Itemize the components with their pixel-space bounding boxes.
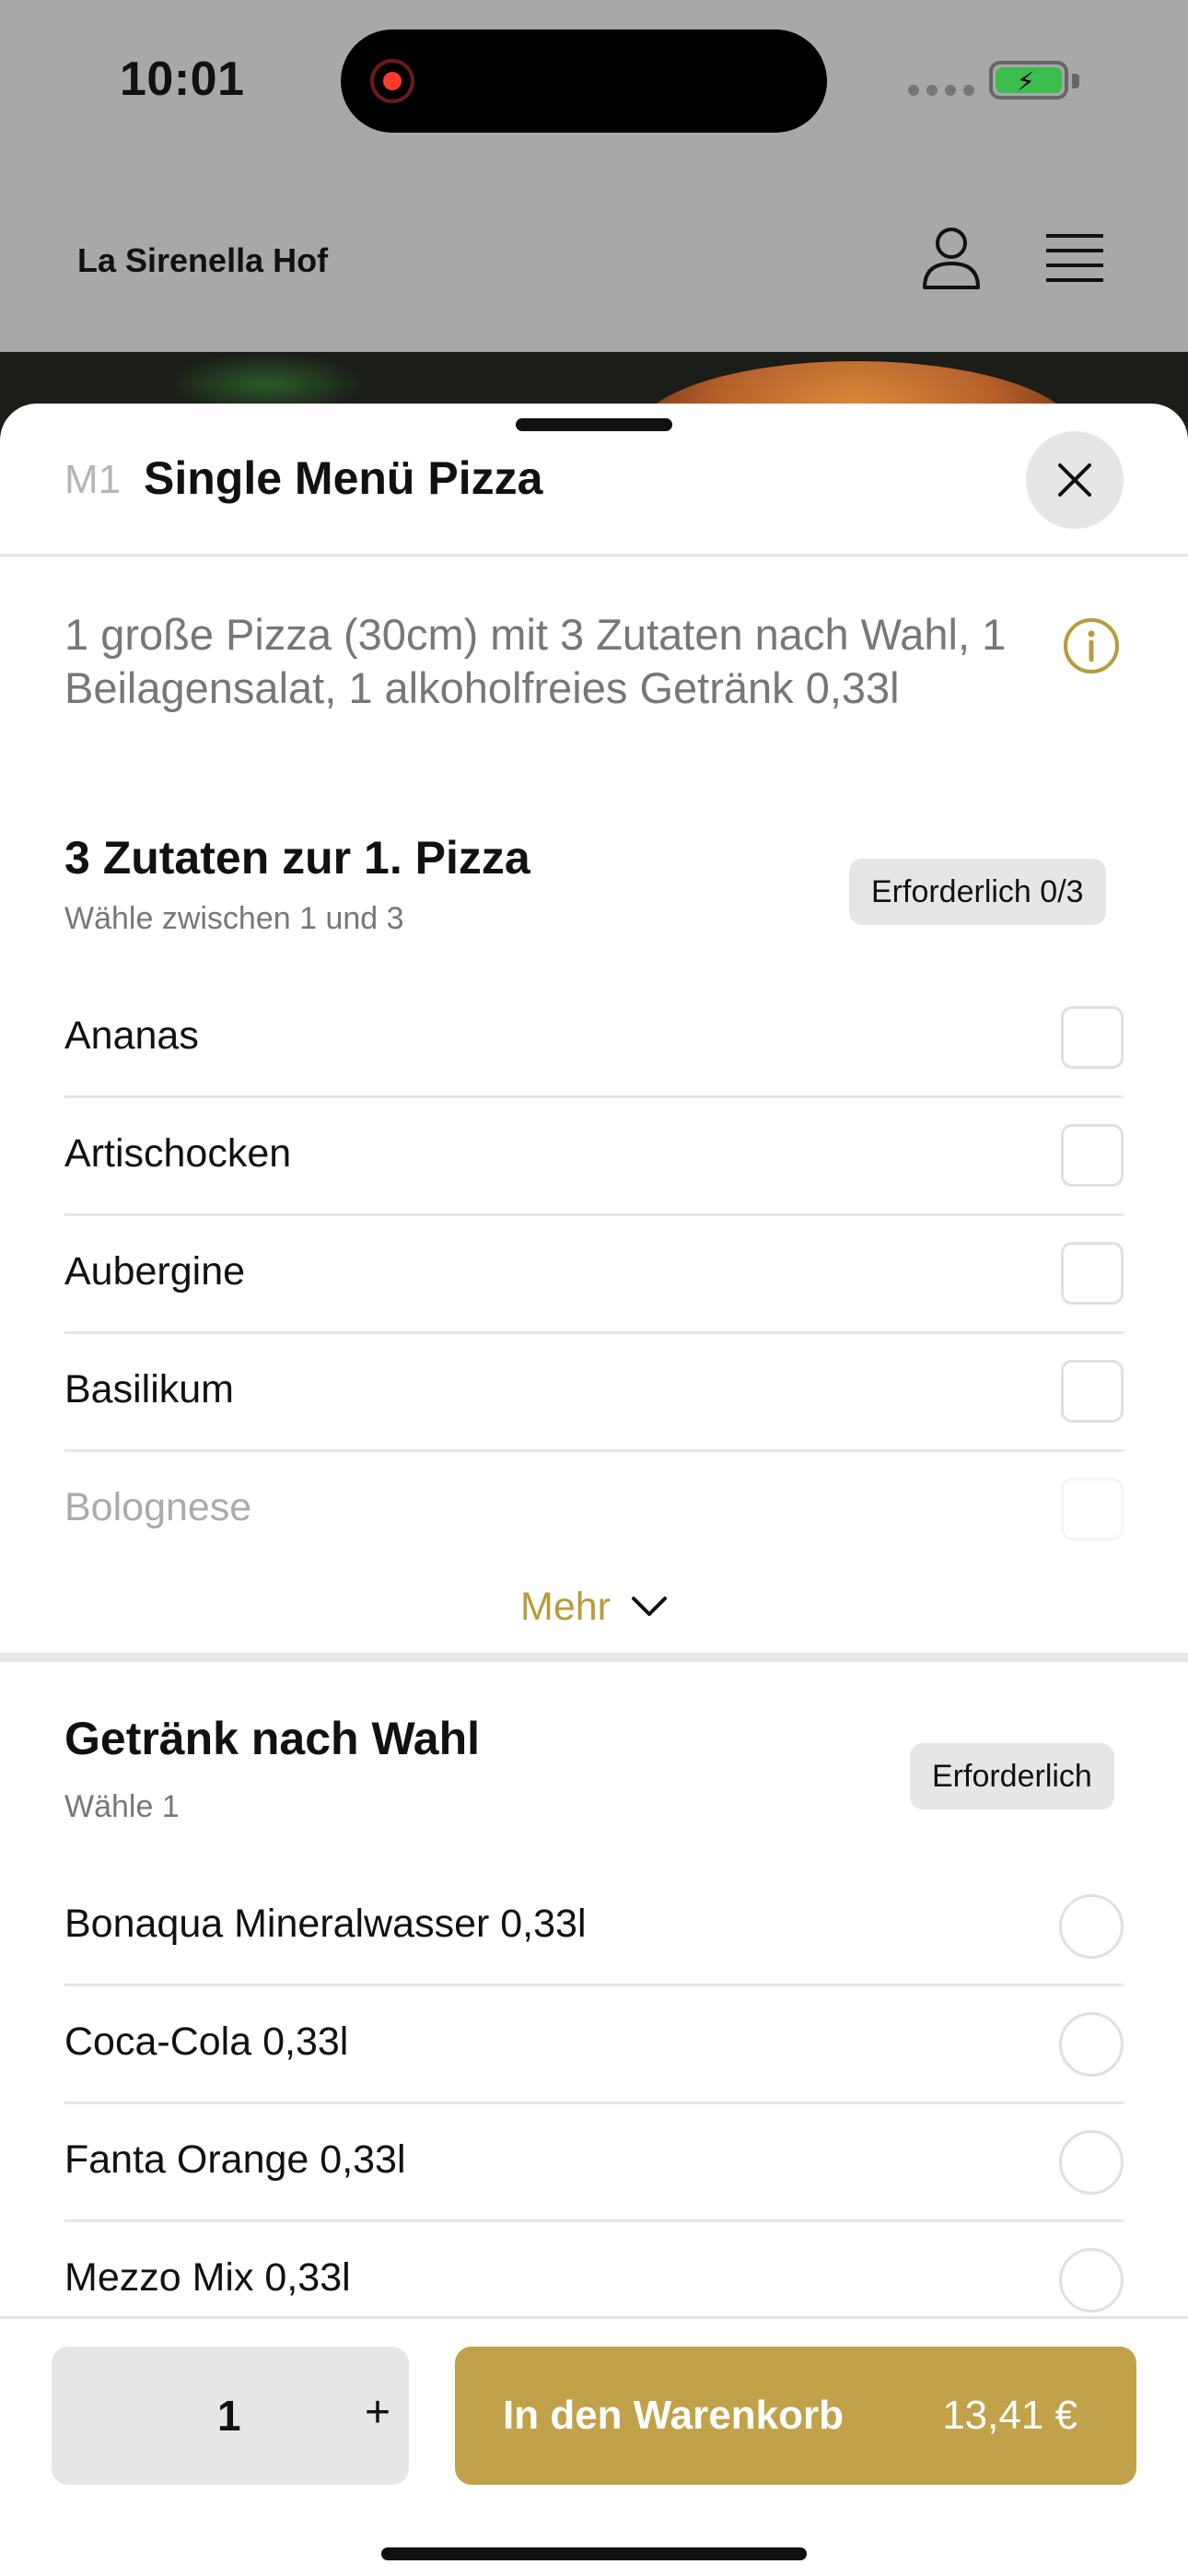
cart-price: 13,41 € [942, 2393, 1077, 2438]
drink-radio[interactable] [1059, 2130, 1124, 2195]
toppings-required-badge: Erforderlich 0/3 [849, 859, 1106, 925]
status-time: 10:01 [120, 53, 245, 106]
recording-indicator-icon [370, 59, 414, 103]
topping-option-label: Artischocken [64, 1131, 292, 1176]
drink-option[interactable]: Bonaqua Mineralwasser 0,33l [64, 1868, 1124, 1986]
drink-option-label: Bonaqua Mineralwasser 0,33l [64, 1902, 587, 1946]
chevron-down-icon [631, 1597, 667, 1616]
item-title: Single Menü Pizza [144, 452, 543, 504]
quantity-value: 1 [217, 2392, 241, 2440]
topping-option[interactable]: Artischocken [64, 1098, 1124, 1216]
drink-option[interactable]: Coca-Cola 0,33l [64, 1986, 1124, 2104]
quantity-plus-button[interactable]: + [365, 2387, 390, 2438]
show-more-label: Mehr [520, 1584, 611, 1629]
topping-option[interactable]: Ananas [64, 980, 1124, 1098]
cellular-signal-icon [908, 85, 974, 96]
topping-checkbox[interactable] [1061, 1478, 1124, 1540]
drinks-group-title: Getränk nach Wahl [64, 1713, 481, 1764]
topping-checkbox[interactable] [1061, 1006, 1124, 1069]
topping-checkbox[interactable] [1061, 1124, 1124, 1187]
bottom-action-bar: 1 + In den Warenkorb 13,41 € [0, 2316, 1188, 2576]
item-description: 1 große Pizza (30cm) mit 3 Zutaten nach … [64, 610, 1007, 712]
drink-radio[interactable] [1059, 2012, 1124, 2077]
drink-option-label: Mezzo Mix 0,33l [64, 2255, 351, 2300]
add-to-cart-button[interactable]: In den Warenkorb 13,41 € [455, 2347, 1136, 2485]
drink-radio[interactable] [1059, 2248, 1124, 2313]
topping-option-label: Ananas [64, 1013, 199, 1058]
show-more-button[interactable]: Mehr [479, 1570, 709, 1644]
hamburger-menu-icon[interactable] [1044, 230, 1105, 286]
sheet-header: M1 Single Menü Pizza [0, 404, 1188, 556]
battery-icon: ⚡ [989, 61, 1068, 100]
user-icon[interactable] [921, 225, 982, 291]
topping-option[interactable]: Basilikum [64, 1334, 1124, 1452]
section-divider [0, 1653, 1188, 1662]
topping-option-label: Bolognese [64, 1485, 252, 1529]
topping-option[interactable]: Aubergine [64, 1216, 1124, 1334]
quantity-stepper[interactable]: 1 + [52, 2347, 409, 2485]
topping-checkbox[interactable] [1061, 1360, 1124, 1423]
topping-option[interactable]: Bolognese [64, 1452, 1124, 1570]
brand-name: La Sirenella Hof [77, 241, 329, 279]
dynamic-island [341, 29, 827, 133]
close-button[interactable] [1026, 431, 1124, 529]
home-indicator[interactable] [381, 2547, 807, 2560]
drink-option-label: Coca-Cola 0,33l [64, 2020, 349, 2064]
drink-option[interactable]: Fanta Orange 0,33l [64, 2104, 1124, 2222]
toppings-group-subtitle: Wähle zwischen 1 und 3 [64, 901, 404, 936]
topping-option-label: Aubergine [64, 1249, 246, 1294]
topping-checkbox[interactable] [1061, 1242, 1124, 1305]
close-icon [1058, 463, 1091, 497]
drinks-required-badge: Erforderlich [910, 1743, 1114, 1809]
drink-option-label: Fanta Orange 0,33l [64, 2137, 406, 2182]
info-icon[interactable] [1063, 617, 1120, 674]
item-sheet: M1 Single Menü Pizza 1 große Pizza (30cm… [0, 404, 1188, 2576]
drinks-group-subtitle: Wähle 1 [64, 1789, 180, 1824]
toppings-group-title: 3 Zutaten zur 1. Pizza [64, 832, 530, 884]
drink-radio[interactable] [1059, 1894, 1124, 1959]
item-code: M1 [64, 457, 122, 502]
add-to-cart-label: In den Warenkorb [503, 2393, 844, 2438]
topping-option-label: Basilikum [64, 1367, 234, 1411]
